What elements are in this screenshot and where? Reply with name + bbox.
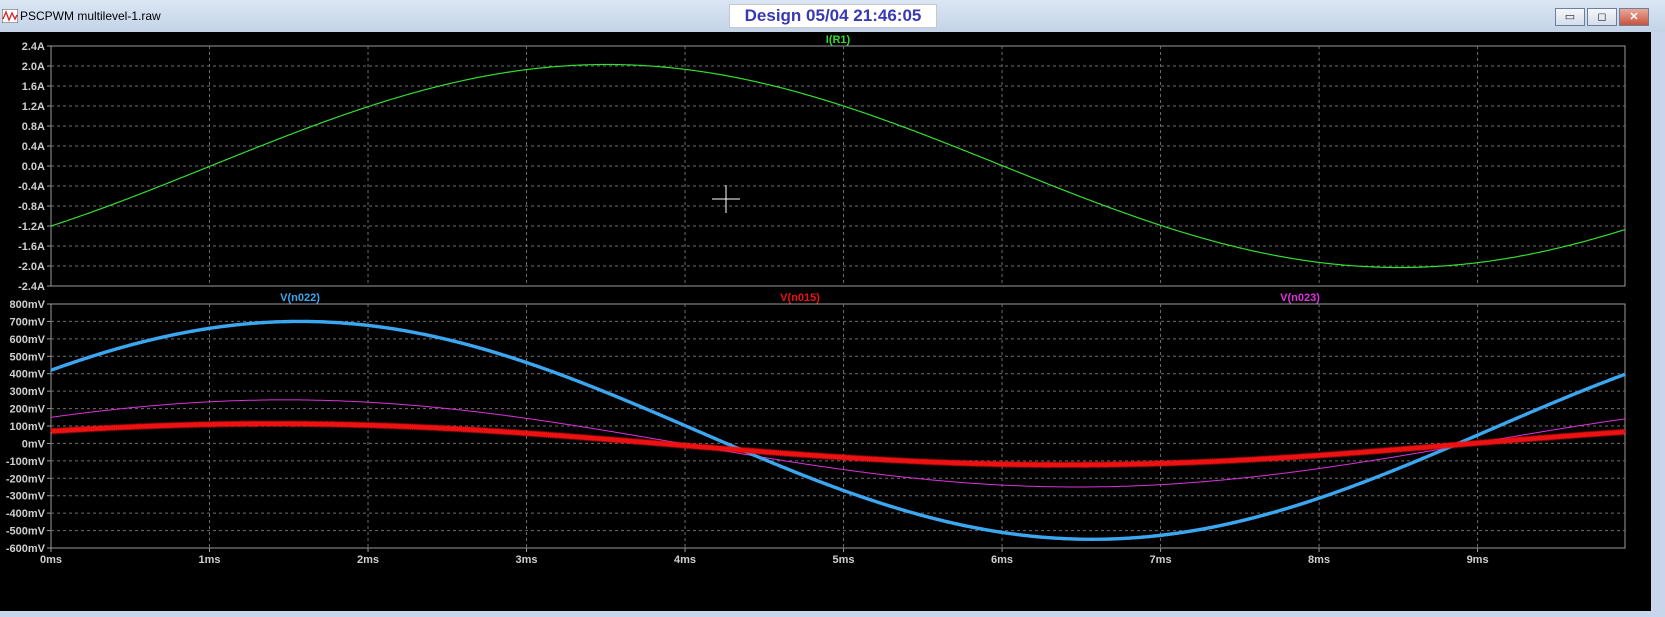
window-title: PSCPWM multilevel-1.raw xyxy=(20,9,161,23)
waveform-chart[interactable]: 2.4A 2.0A 1.6A 1.2A 0.8A 0.4A 0.0A -0.4A -0.8A -1… xyxy=(0,32,1651,611)
y-tick-label: 0.8A xyxy=(22,121,45,133)
window-right-border xyxy=(1651,32,1665,611)
x-tick-label: 2ms xyxy=(357,554,379,566)
y-tick-label: 300mV xyxy=(10,386,46,398)
series-label-V(n015): V(n015) xyxy=(780,292,820,304)
y-tick-label: -100mV xyxy=(6,456,46,468)
y-tick-label: -2.4A xyxy=(18,281,45,293)
y-tick-label: -500mV xyxy=(6,526,46,538)
x-tick-label: 8ms xyxy=(1308,554,1330,566)
plot-title-box: Design 05/04 21:46:05 xyxy=(729,4,937,28)
series-line-V(n015) xyxy=(50,419,1626,469)
y-tick-label: 500mV xyxy=(10,351,46,363)
y-tick-label: -0.4A xyxy=(18,181,45,193)
y-tick-label: 800mV xyxy=(10,299,46,311)
series-label-I(R1): I(R1) xyxy=(826,34,851,46)
waveform-viewer-window: PSCPWM multilevel-1.raw Design 05/04 21:… xyxy=(0,0,1665,617)
close-icon: ✕ xyxy=(1629,11,1639,23)
y-tick-label: 200mV xyxy=(10,404,46,416)
x-tick-label: 1ms xyxy=(198,554,220,566)
x-tick-label: 3ms xyxy=(516,554,538,566)
y-tick-label: -0.8A xyxy=(18,201,45,213)
x-tick-label: 5ms xyxy=(833,554,855,566)
y-tick-label: 100mV xyxy=(10,421,46,433)
y-tick-label: 1.2A xyxy=(22,101,45,113)
x-tick-label: 9ms xyxy=(1467,554,1489,566)
plot-area[interactable]: 2.4A 2.0A 1.6A 1.2A 0.8A 0.4A 0.0A -0.4A -0.8A -1… xyxy=(0,32,1651,611)
lower-pane[interactable]: 800mV 700mV 600mV 500mV 400mV 300mV 200mV 100mV… xyxy=(6,292,1626,566)
maximize-icon: ◻ xyxy=(1597,11,1607,23)
y-tick-label: -2.0A xyxy=(18,261,45,273)
y-tick-label: -400mV xyxy=(6,508,46,520)
maximize-button[interactable]: ◻ xyxy=(1587,8,1617,26)
series-line-V(n022) xyxy=(50,319,1626,542)
crosshair-cursor xyxy=(712,185,740,213)
close-button[interactable]: ✕ xyxy=(1619,8,1649,26)
y-tick-label: 0mV xyxy=(22,438,46,450)
x-tick-label: 7ms xyxy=(1150,554,1172,566)
y-tick-label: 600mV xyxy=(10,334,46,346)
y-tick-label: 0.4A xyxy=(22,141,45,153)
series-label-V(n023): V(n023) xyxy=(1280,292,1320,304)
y-tick-label: 2.4A xyxy=(22,41,45,53)
y-tick-label: 400mV xyxy=(10,369,46,381)
y-tick-label: -1.2A xyxy=(18,221,45,233)
y-tick-label: 2.0A xyxy=(22,61,45,73)
x-tick-label: 0ms xyxy=(40,554,62,566)
window-bottom-border xyxy=(0,611,1665,617)
y-tick-label: -300mV xyxy=(6,491,46,503)
y-tick-label: -1.6A xyxy=(18,241,45,253)
y-tick-label: 700mV xyxy=(10,316,46,328)
upper-pane[interactable]: 2.4A 2.0A 1.6A 1.2A 0.8A 0.4A 0.0A -0.4A -0.8A -1… xyxy=(18,34,1626,293)
y-tick-label: 0.0A xyxy=(22,161,45,173)
minimize-icon: ▭ xyxy=(1564,11,1576,23)
title-bar[interactable]: PSCPWM multilevel-1.raw Design 05/04 21:… xyxy=(0,0,1665,33)
y-tick-label: 1.6A xyxy=(22,81,45,93)
series-label-V(n022): V(n022) xyxy=(280,292,320,304)
minimize-button[interactable]: ▭ xyxy=(1555,8,1585,26)
x-tick-label: 6ms xyxy=(991,554,1013,566)
y-tick-label: -200mV xyxy=(6,473,46,485)
waveform-app-icon xyxy=(2,9,18,23)
x-tick-label: 4ms xyxy=(674,554,696,566)
